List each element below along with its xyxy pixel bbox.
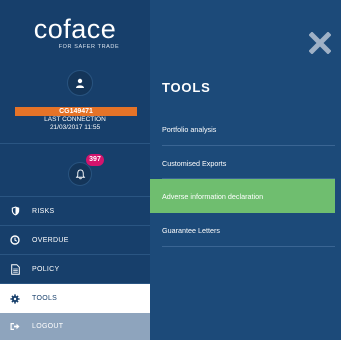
user-avatar-button[interactable] — [67, 70, 93, 96]
last-connection-label: LAST CONNECTION — [44, 116, 106, 123]
menu-item-label: Customised Exports — [162, 158, 227, 168]
sidebar: coface FOR SAFER TRADE CG149471 LAST CON… — [0, 0, 150, 340]
panel-title: TOOLS — [162, 80, 211, 95]
sidebar-item-label: TOOLS — [32, 295, 58, 302]
sidebar-item-risks[interactable]: RISKS — [0, 197, 150, 226]
notification-count-badge: 397 — [86, 154, 104, 166]
sidebar-item-overdue[interactable]: OVERDUE — [0, 226, 150, 255]
sidebar-item-policy[interactable]: POLICY — [0, 255, 150, 284]
divider — [162, 246, 335, 247]
menu-item-portfolio-analysis[interactable]: Portfolio analysis — [150, 112, 335, 146]
notifications-button[interactable] — [68, 162, 92, 186]
sidebar-item-label: RISKS — [32, 207, 55, 215]
menu-item-adverse-information-declaration[interactable]: Adverse information declaration — [150, 179, 335, 213]
sidebar-item-tools[interactable]: TOOLS — [0, 284, 150, 313]
sidebar-item-logout[interactable]: LOGOUT — [0, 313, 150, 340]
menu-item-label: Guarantee Letters — [162, 225, 220, 235]
logo-text: coface — [33, 14, 117, 44]
brand-logo[interactable]: coface FOR SAFER TRADE — [0, 0, 150, 56]
user-code-badge: CG149471 — [15, 107, 137, 116]
logo-tagline: FOR SAFER TRADE — [58, 44, 120, 50]
menu-item-label: Portfolio analysis — [162, 124, 217, 134]
user-icon — [76, 78, 84, 88]
sidebar-item-label: OVERDUE — [32, 236, 69, 244]
menu-item-customised-exports[interactable]: Customised Exports — [150, 146, 335, 180]
divider — [0, 143, 150, 144]
menu-item-guarantee-letters[interactable]: Guarantee Letters — [150, 213, 335, 247]
close-icon[interactable] — [309, 32, 331, 54]
sidebar-item-label: POLICY — [32, 265, 60, 273]
menu-item-label: Adverse information declaration — [162, 191, 264, 201]
sidebar-item-label: LOGOUT — [32, 323, 64, 330]
bell-icon — [75, 168, 85, 179]
last-connection-date: 21/03/2017 11:55 — [49, 124, 101, 131]
app-frame: coface FOR SAFER TRADE CG149471 LAST CON… — [0, 0, 341, 340]
